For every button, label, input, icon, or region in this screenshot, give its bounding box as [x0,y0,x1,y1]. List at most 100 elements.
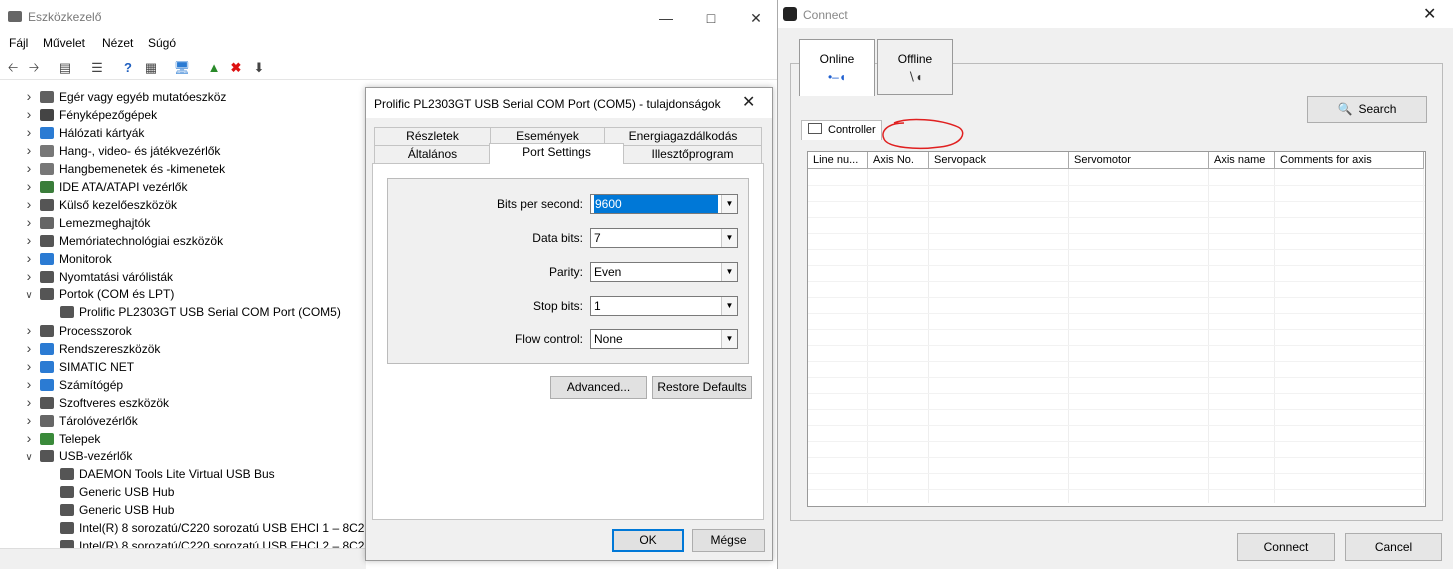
chevron-right-icon[interactable]: › [22,231,36,249]
chevron-down-icon[interactable]: ▼ [721,263,737,281]
tree-category-item[interactable]: › Egér vagy egyéb mutatóeszköz [22,87,227,105]
tree-category-item[interactable]: ∨ Portok (COM és LPT) [22,285,174,303]
online-tab[interactable]: Online •–◖ [799,39,875,96]
menu-action[interactable]: Művelet [43,36,85,50]
chevron-right-icon[interactable]: › [22,339,36,357]
chevron-right-icon[interactable]: › [22,213,36,231]
chevron-right-icon[interactable]: › [22,87,36,105]
row-divider [808,393,1425,394]
column-header[interactable]: Line nu... [808,152,868,169]
ok-button[interactable]: OK [612,529,684,552]
chevron-down-icon[interactable]: ▼ [721,195,737,213]
flow-control-select[interactable]: None ▼ [590,329,738,349]
tree-child-item[interactable]: Prolific PL2303GT USB Serial COM Port (C… [42,303,341,321]
download-icon[interactable]: ⬇ [250,59,268,77]
list-icon[interactable]: ☰ [88,59,106,77]
tree-category-item[interactable]: › Lemezmeghajtók [22,213,151,231]
tab-general[interactable]: Általános [374,145,491,164]
tree-category-item[interactable]: › Hangbemenetek és -kimenetek [22,159,225,177]
tree-item-label: USB-vezérlők [59,449,133,463]
monitor-icon[interactable]: 🖥 [173,59,191,77]
tree-category-item[interactable]: ∨ USB-vezérlők [22,447,132,465]
chevron-right-icon[interactable]: › [22,357,36,375]
restore-defaults-button[interactable]: Restore Defaults [652,376,752,399]
tree-category-item[interactable]: › Rendszereszközök [22,339,161,357]
chevron-right-icon[interactable]: › [22,393,36,411]
stop-bits-value: 1 [594,299,601,313]
search-button[interactable]: 🔍 Search [1307,96,1427,123]
tab-driver[interactable]: Illesztőprogram [623,145,762,164]
minimize-icon[interactable]: — [643,6,689,30]
chevron-right-icon[interactable]: › [22,411,36,429]
tree-child-item[interactable]: Generic USB Hub [42,501,174,519]
uninstall-icon[interactable]: ✖ [227,59,245,77]
menu-view[interactable]: Nézet [102,36,133,50]
maximize-icon[interactable]: □ [688,6,734,30]
data-bits-select[interactable]: 7 ▼ [590,228,738,248]
tree-category-item[interactable]: › Monitorok [22,249,112,267]
tree-category-item[interactable]: › Tárolóvezérlők [22,411,138,429]
chevron-right-icon[interactable]: › [22,321,36,339]
chevron-right-icon[interactable]: › [22,267,36,285]
chevron-right-icon[interactable]: › [22,429,36,447]
cancel-button[interactable]: Mégse [692,529,765,552]
chevron-down-icon[interactable]: ▼ [721,297,737,315]
update-driver-icon[interactable]: ▲ [205,59,223,77]
chevron-down-icon[interactable]: ∨ [22,287,36,305]
offline-tab[interactable]: Offline ∖◖ [877,39,953,95]
tree-category-item[interactable]: › Memóriatechnológiai eszközök [22,231,223,249]
column-header[interactable]: Axis No. [868,152,929,169]
menu-file[interactable]: Fájl [9,36,28,50]
close-icon[interactable]: ✕ [742,92,755,112]
chevron-right-icon[interactable]: › [22,159,36,177]
chevron-right-icon[interactable]: › [22,141,36,159]
advanced-button[interactable]: Advanced... [550,376,647,399]
connect-button[interactable]: Connect [1237,533,1335,561]
tree-category-item[interactable]: › Fényképezőgépek [22,105,157,123]
stop-bits-select[interactable]: 1 ▼ [590,296,738,316]
close-icon[interactable]: ✕ [733,6,779,30]
tree-child-item[interactable]: Intel(R) 8 sorozatú/C220 sorozatú USB EH… [42,519,371,537]
forward-icon[interactable]: 🡢 [25,59,43,77]
tab-power-management[interactable]: Energiagazdálkodás [604,127,762,146]
tree-category-item[interactable]: › IDE ATA/ATAPI vezérlők [22,177,188,195]
help-icon[interactable]: ? [119,59,137,77]
back-icon[interactable]: 🡠 [4,59,22,77]
properties-view-icon[interactable]: ▤ [56,59,74,77]
tree-category-item[interactable]: › Külső kezelőeszközök [22,195,177,213]
column-header[interactable]: Servopack [929,152,1069,169]
cancel-button[interactable]: Cancel [1345,533,1442,561]
column-header[interactable]: Axis name [1209,152,1275,169]
tree-child-item[interactable]: Generic USB Hub [42,483,174,501]
tree-category-item[interactable]: › Telepek [22,429,101,447]
tab-details[interactable]: Részletek [374,127,491,146]
chevron-down-icon[interactable]: ∨ [22,449,36,467]
chevron-right-icon[interactable]: › [22,249,36,267]
column-header[interactable]: Servomotor [1069,152,1209,169]
horizontal-scrollbar[interactable] [0,548,366,569]
chevron-right-icon[interactable]: › [22,375,36,393]
chevron-right-icon[interactable]: › [22,123,36,141]
controller-tab[interactable]: Controller [801,120,882,140]
menu-help[interactable]: Súgó [148,36,176,50]
tree-category-item[interactable]: › Szoftveres eszközök [22,393,169,411]
tree-category-item[interactable]: › Hálózati kártyák [22,123,145,141]
chevron-right-icon[interactable]: › [22,177,36,195]
tree-category-item[interactable]: › SIMATIC NET [22,357,134,375]
chevron-right-icon[interactable]: › [22,195,36,213]
tree-child-item[interactable]: DAEMON Tools Lite Virtual USB Bus [42,465,275,483]
chevron-down-icon[interactable]: ▼ [721,229,737,247]
row-divider [808,361,1425,362]
column-header[interactable]: Comments for axis [1275,152,1424,169]
tree-category-item[interactable]: › Nyomtatási várólisták [22,267,173,285]
tab-port-settings[interactable]: Port Settings [489,143,624,164]
chevron-right-icon[interactable]: › [22,105,36,123]
parity-select[interactable]: Even ▼ [590,262,738,282]
close-icon[interactable]: ✕ [1423,4,1436,24]
details-icon[interactable]: ▦ [142,59,160,77]
tree-category-item[interactable]: › Processzorok [22,321,132,339]
tree-category-item[interactable]: › Hang-, video- és játékvezérlők [22,141,221,159]
tree-category-item[interactable]: › Számítógép [22,375,123,393]
bits-per-second-select[interactable]: 9600 ▼ [590,194,738,214]
chevron-down-icon[interactable]: ▼ [721,330,737,348]
